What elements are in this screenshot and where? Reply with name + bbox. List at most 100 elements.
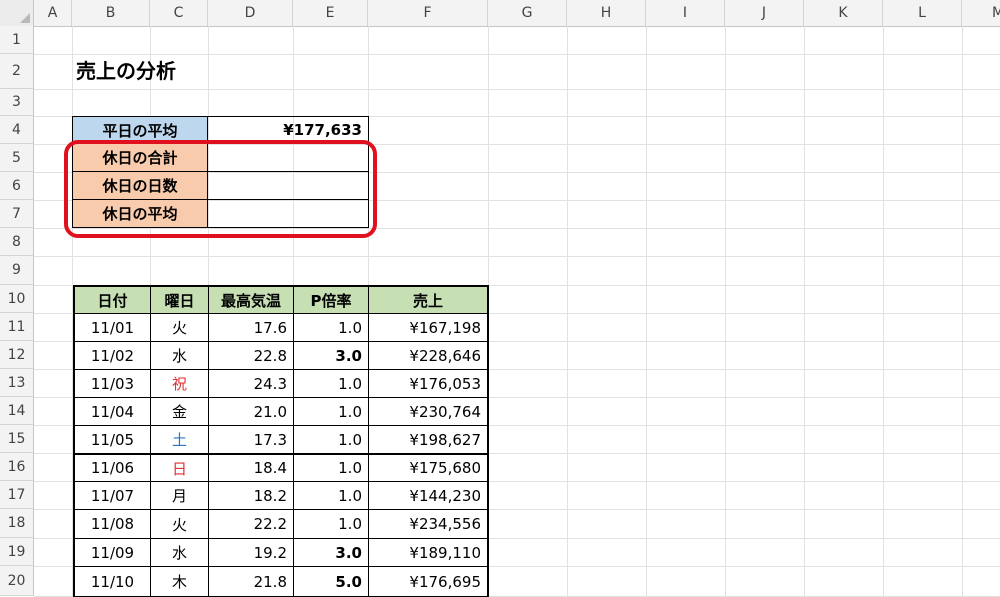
- cell-sales[interactable]: ¥176,053: [368, 369, 489, 398]
- row-header-7[interactable]: 7: [0, 200, 34, 228]
- cell-date[interactable]: 11/09: [73, 538, 151, 567]
- holiday-total-value[interactable]: [207, 143, 369, 172]
- cell-temp[interactable]: 17.6: [208, 313, 294, 342]
- holiday-avg-value[interactable]: [207, 199, 369, 228]
- cell-temp[interactable]: 21.8: [208, 566, 294, 597]
- cell-date[interactable]: 11/07: [73, 481, 151, 510]
- column-header-e[interactable]: E: [293, 0, 368, 26]
- row-header-3[interactable]: 3: [0, 89, 34, 116]
- cell-day[interactable]: 祝: [150, 369, 209, 398]
- cell-temp[interactable]: 17.3: [208, 425, 294, 454]
- cell-temp[interactable]: 19.2: [208, 538, 294, 567]
- column-header-i[interactable]: I: [646, 0, 725, 26]
- cell-date[interactable]: 11/06: [73, 453, 151, 482]
- cell-sales[interactable]: ¥234,556: [368, 509, 489, 539]
- cell-date[interactable]: 11/05: [73, 425, 151, 454]
- row-header-13[interactable]: 13: [0, 369, 34, 397]
- cell-p-rate[interactable]: 1.0: [293, 397, 369, 426]
- cell-sales[interactable]: ¥228,646: [368, 341, 489, 370]
- holiday-days-value[interactable]: [207, 171, 369, 200]
- cell-sales[interactable]: ¥189,110: [368, 538, 489, 567]
- cell-sales[interactable]: ¥198,627: [368, 425, 489, 454]
- column-header-k[interactable]: K: [804, 0, 883, 26]
- cell-day[interactable]: 土: [150, 425, 209, 454]
- row-header-18[interactable]: 18: [0, 509, 34, 538]
- column-header-f[interactable]: F: [368, 0, 488, 26]
- cell-temp[interactable]: 18.4: [208, 453, 294, 482]
- cell-day[interactable]: 水: [150, 341, 209, 370]
- column-header-j[interactable]: J: [725, 0, 804, 26]
- cell-day[interactable]: 金: [150, 397, 209, 426]
- row-header-20[interactable]: 20: [0, 566, 34, 596]
- cell-p-rate[interactable]: 1.0: [293, 313, 369, 342]
- cell-p-rate[interactable]: 1.0: [293, 453, 369, 482]
- cell-day[interactable]: 日: [150, 453, 209, 482]
- cell-sales[interactable]: ¥176,695: [368, 566, 489, 597]
- column-header-l[interactable]: L: [883, 0, 962, 26]
- cell-p-rate[interactable]: 1.0: [293, 425, 369, 454]
- row-header-2[interactable]: 2: [0, 54, 34, 89]
- header-day[interactable]: 曜日: [150, 285, 209, 314]
- cell-sales[interactable]: ¥175,680: [368, 453, 489, 482]
- cell-sales[interactable]: ¥144,230: [368, 481, 489, 510]
- cell-date[interactable]: 11/01: [73, 313, 151, 342]
- gridline-column: [883, 26, 884, 596]
- column-header-g[interactable]: G: [488, 0, 567, 26]
- holiday-avg-label[interactable]: 休日の平均: [72, 199, 208, 228]
- column-header-d[interactable]: D: [208, 0, 293, 26]
- cell-sales[interactable]: ¥230,764: [368, 397, 489, 426]
- cell-day[interactable]: 水: [150, 538, 209, 567]
- cell-day[interactable]: 火: [150, 509, 209, 539]
- column-header-m[interactable]: M: [962, 0, 1000, 26]
- cell-temp[interactable]: 18.2: [208, 481, 294, 510]
- header-temp[interactable]: 最高気温: [208, 285, 294, 314]
- cell-temp[interactable]: 22.8: [208, 341, 294, 370]
- row-header-14[interactable]: 14: [0, 397, 34, 425]
- row-header-15[interactable]: 15: [0, 425, 34, 453]
- row-header-6[interactable]: 6: [0, 172, 34, 200]
- column-header-b[interactable]: B: [72, 0, 150, 26]
- weekday-avg-label[interactable]: 平日の平均: [72, 116, 208, 144]
- row-header-9[interactable]: 9: [0, 256, 34, 285]
- cell-p-rate[interactable]: 1.0: [293, 509, 369, 539]
- cell-p-rate[interactable]: 3.0: [293, 341, 369, 370]
- header-sales[interactable]: 売上: [368, 285, 489, 314]
- cell-temp[interactable]: 22.2: [208, 509, 294, 539]
- weekday-avg-value[interactable]: ¥177,633: [207, 116, 369, 144]
- holiday-days-label[interactable]: 休日の日数: [72, 171, 208, 200]
- header-p-rate[interactable]: P倍率: [293, 285, 369, 314]
- row-header-1[interactable]: 1: [0, 26, 34, 54]
- gridline-row: [34, 54, 1000, 55]
- cell-date[interactable]: 11/03: [73, 369, 151, 398]
- cell-p-rate[interactable]: 5.0: [293, 566, 369, 597]
- row-header-17[interactable]: 17: [0, 481, 34, 509]
- row-header-16[interactable]: 16: [0, 453, 34, 481]
- cell-day[interactable]: 木: [150, 566, 209, 597]
- cell-p-rate[interactable]: 1.0: [293, 481, 369, 510]
- cell-day[interactable]: 月: [150, 481, 209, 510]
- cell-date[interactable]: 11/10: [73, 566, 151, 597]
- cell-day[interactable]: 火: [150, 313, 209, 342]
- row-header-12[interactable]: 12: [0, 341, 34, 369]
- select-all-corner[interactable]: [0, 0, 34, 26]
- row-header-11[interactable]: 11: [0, 313, 34, 341]
- cell-p-rate[interactable]: 3.0: [293, 538, 369, 567]
- cell-sales[interactable]: ¥167,198: [368, 313, 489, 342]
- header-date[interactable]: 日付: [73, 285, 151, 314]
- row-header-5[interactable]: 5: [0, 144, 34, 172]
- row-header-8[interactable]: 8: [0, 228, 34, 256]
- holiday-total-label[interactable]: 休日の合計: [72, 143, 208, 172]
- row-header-10[interactable]: 10: [0, 285, 34, 313]
- row-header-4[interactable]: 4: [0, 116, 34, 144]
- cell-date[interactable]: 11/02: [73, 341, 151, 370]
- cell-date[interactable]: 11/08: [73, 509, 151, 539]
- row-header-19[interactable]: 19: [0, 538, 34, 566]
- sheet-title[interactable]: 売上の分析: [76, 55, 176, 84]
- column-header-a[interactable]: A: [34, 0, 72, 26]
- cell-p-rate[interactable]: 1.0: [293, 369, 369, 398]
- cell-temp[interactable]: 21.0: [208, 397, 294, 426]
- cell-temp[interactable]: 24.3: [208, 369, 294, 398]
- cell-date[interactable]: 11/04: [73, 397, 151, 426]
- column-header-c[interactable]: C: [150, 0, 208, 26]
- column-header-h[interactable]: H: [567, 0, 646, 26]
